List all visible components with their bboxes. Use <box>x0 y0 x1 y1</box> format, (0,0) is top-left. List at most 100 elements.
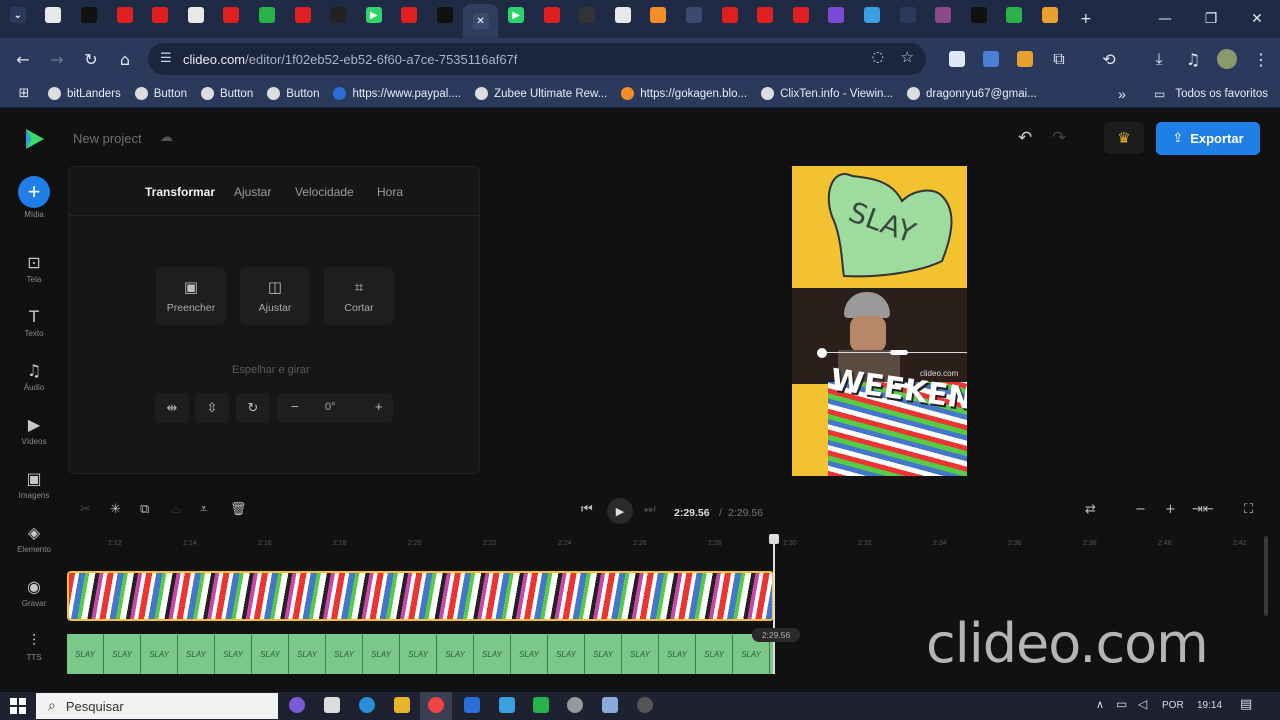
fullscreen-icon[interactable]: ⛶ <box>1244 502 1253 517</box>
browser-tab[interactable] <box>36 0 72 30</box>
extensions-puzzle-icon[interactable]: ⧉ <box>1042 42 1076 76</box>
browser-tab[interactable] <box>534 0 570 30</box>
skip-forward-icon[interactable]: ⏭ <box>644 502 656 517</box>
browser-tab[interactable] <box>961 0 997 30</box>
browser-tab[interactable] <box>249 0 285 30</box>
address-bar[interactable]: ☰ clideo.com/editor/1f02eb52-eb52-6f60-a… <box>148 43 926 75</box>
freeze-icon[interactable]: ✳ <box>110 502 121 517</box>
sidebar-item-audio[interactable]: ♫ Áudio <box>0 361 68 392</box>
playhead[interactable] <box>769 534 779 674</box>
minus-icon[interactable]: − <box>291 399 299 414</box>
browser-tab[interactable] <box>819 0 855 30</box>
bookmark-item[interactable]: dragonryu67@gmai... <box>906 87 1037 100</box>
split-icon[interactable]: ⌓ <box>171 502 181 517</box>
language-indicator[interactable]: POR <box>1162 700 1184 711</box>
timeline-ruler[interactable]: 2:12 2:14 2:16 2:18 2:20 2:22 2:24 2:26 2:28 2:30… <box>68 536 1268 556</box>
translate-icon[interactable] <box>974 42 1008 76</box>
sidebar-item-images[interactable]: ▣ Imagens <box>0 469 68 500</box>
play-button[interactable]: ▶ <box>607 498 633 524</box>
cut-icon[interactable]: ✂ <box>80 502 91 517</box>
taskbar-app-icon[interactable] <box>533 697 549 713</box>
network-icon[interactable]: ▭ <box>1116 697 1127 711</box>
profile-avatar[interactable] <box>1210 42 1244 76</box>
task-view-icon[interactable] <box>324 697 340 713</box>
fill-button[interactable]: ▣ Preencher <box>156 267 226 325</box>
forward-icon[interactable]: → <box>40 42 74 76</box>
crop-button[interactable]: ⌗ Cortar <box>324 267 394 325</box>
crown-icon[interactable]: ♛ <box>1104 122 1144 154</box>
browser-tab[interactable] <box>392 0 428 30</box>
sidebar-item-videos[interactable]: ▶ Vídeos <box>0 415 68 446</box>
bookmark-item[interactable]: Zubee Ultimate Rew... <box>475 87 607 100</box>
restore-button[interactable]: ❐ <box>1188 0 1234 38</box>
new-tab-button[interactable]: + <box>1068 0 1104 38</box>
apps-grid-icon[interactable]: ⊞ <box>0 77 48 111</box>
fit-button[interactable]: ◫ Ajustar <box>240 267 310 325</box>
settings-icon[interactable] <box>637 697 653 713</box>
all-bookmarks-button[interactable]: Todos os favoritos <box>1175 88 1268 100</box>
bookmark-item[interactable]: Button <box>267 87 319 100</box>
bookmark-item[interactable]: https://gokagen.blo... <box>621 87 747 100</box>
video-track-clip[interactable] <box>67 571 774 621</box>
windows-start-icon[interactable] <box>10 698 26 714</box>
plus-icon[interactable]: + <box>375 399 383 414</box>
site-info-icon[interactable]: ☰ <box>160 51 172 66</box>
sidebar-item-tts[interactable]: ⫶ TTS <box>0 631 68 662</box>
sidebar-item-text[interactable]: T Texto <box>0 307 68 338</box>
file-explorer-icon[interactable] <box>394 697 410 713</box>
sidebar-item-canvas[interactable]: ⊡ Tela <box>0 253 68 284</box>
menu-dots-icon[interactable]: ⋮ <box>1244 42 1278 76</box>
project-name[interactable]: New project <box>73 131 142 146</box>
resize-handle[interactable] <box>890 350 908 355</box>
resize-handle[interactable] <box>817 348 827 358</box>
extension-icon[interactable] <box>940 42 974 76</box>
browser-tab[interactable] <box>71 0 107 30</box>
sidebar-item-element[interactable]: ◈ Elemento <box>0 523 68 554</box>
tab-speed[interactable]: Velocidade <box>295 185 354 199</box>
browser-tab[interactable] <box>320 0 356 30</box>
extension-icon[interactable] <box>1008 42 1042 76</box>
tab-transform[interactable]: Transformar <box>145 185 215 199</box>
settings-sliders-icon[interactable]: ⇄ <box>1085 502 1096 517</box>
collapse-icon[interactable]: ⩡ <box>200 502 207 517</box>
browser-tab[interactable] <box>285 0 321 30</box>
flip-horizontal-icon[interactable]: ⇹ <box>155 393 189 423</box>
skip-back-icon[interactable]: ⏮ <box>581 502 593 517</box>
image-track-clip[interactable]: SLAY SLAY SLAY SLAY SLAY SLAY SLAY SLAY SLAY SLAY… <box>67 634 774 674</box>
taskbar-app-icon[interactable] <box>499 697 515 713</box>
export-button[interactable]: ⇪ Exportar <box>1156 122 1260 155</box>
url-text[interactable]: clideo.com/editor/1f02eb52-eb52-6f60-a7c… <box>183 52 517 67</box>
browser-tab[interactable] <box>605 0 641 30</box>
duplicate-icon[interactable]: ⧉ <box>140 502 149 517</box>
home-icon[interactable]: ⌂ <box>108 42 142 76</box>
minimize-button[interactable]: — <box>1142 0 1188 38</box>
reload-icon[interactable]: ↻ <box>74 42 108 76</box>
video-preview[interactable]: SLAY clideo.com WEEKEND <box>792 166 967 476</box>
back-icon[interactable]: ← <box>6 42 40 76</box>
taskbar-app-icon[interactable] <box>289 697 305 713</box>
history-icon[interactable]: ⟲ <box>1092 42 1126 76</box>
browser-tab[interactable] <box>1032 0 1068 30</box>
rotate-icon[interactable]: ↻ <box>236 393 270 423</box>
flip-vertical-icon[interactable]: ⇳ <box>195 393 229 423</box>
outlook-icon[interactable] <box>464 697 480 713</box>
browser-tab[interactable]: ✕ <box>462 4 499 38</box>
sidebar-item-media[interactable]: + Mídia <box>0 176 68 219</box>
browser-tab[interactable] <box>570 0 606 30</box>
browser-tab[interactable] <box>142 0 178 30</box>
browser-tab[interactable] <box>747 0 783 30</box>
volume-icon[interactable]: ◁ <box>1138 697 1147 711</box>
notifications-icon[interactable]: ▤ <box>1240 697 1252 712</box>
browser-tab[interactable] <box>890 0 926 30</box>
browser-tab[interactable]: ▶ <box>498 0 534 30</box>
taskbar-search[interactable]: ⌕ Pesquisar <box>36 693 278 719</box>
browser-tab[interactable] <box>641 0 677 30</box>
chevron-up-icon[interactable]: ∧ <box>1096 698 1104 711</box>
media-icon[interactable]: ♫ <box>1176 42 1210 76</box>
delete-icon[interactable]: 🗑 <box>230 502 247 517</box>
browser-tab[interactable] <box>997 0 1033 30</box>
browser-tab[interactable] <box>712 0 748 30</box>
bookmark-item[interactable]: https://www.paypal.... <box>333 87 461 100</box>
browser-tab[interactable]: ⌄ <box>0 0 36 30</box>
redo-icon[interactable]: ↷ <box>1052 128 1066 148</box>
